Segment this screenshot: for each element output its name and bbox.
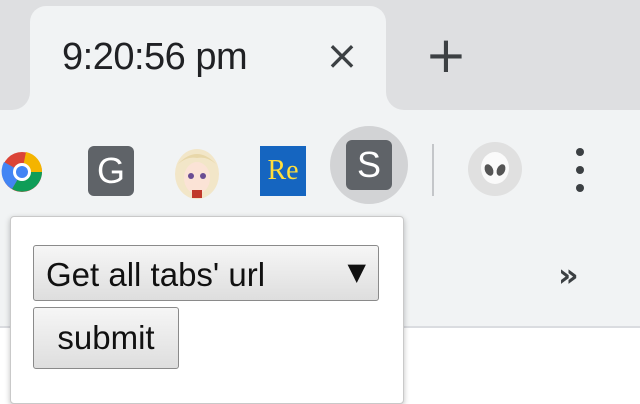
tab-strip: 9:20:56 pm × + — [0, 0, 640, 110]
g-extension-icon[interactable]: G — [88, 146, 134, 196]
tab-left-curve — [0, 88, 30, 110]
bookmarks-overflow-button[interactable]: » — [558, 256, 579, 294]
extension-popup: Get all tabs' url ▼ submit — [10, 216, 404, 404]
s-extension-icon: S — [346, 140, 392, 190]
toolbar-divider — [432, 144, 434, 196]
plus-icon[interactable]: + — [420, 30, 472, 82]
re-extension-icon[interactable]: Re — [260, 146, 306, 196]
select-value: Get all tabs' url — [46, 256, 266, 293]
s-extension-button[interactable]: S — [330, 126, 408, 204]
anime-avatar-extension-icon[interactable] — [172, 144, 222, 200]
submit-button[interactable]: submit — [33, 307, 179, 369]
tab-right-curve — [386, 88, 416, 110]
chevron-down-icon: ▼ — [347, 258, 366, 286]
action-select[interactable]: Get all tabs' url ▼ — [33, 245, 379, 301]
browser-toolbar: G Re S — [0, 110, 640, 226]
close-icon[interactable]: × — [322, 36, 362, 76]
bookmark-edge-icon: ⋮ — [0, 246, 24, 274]
three-dots-menu-icon[interactable] — [566, 144, 596, 200]
chrome-extension-icon[interactable] — [0, 148, 48, 196]
tab-title: 9:20:56 pm — [62, 36, 248, 78]
active-tab[interactable]: 9:20:56 pm × — [30, 6, 386, 110]
alien-avatar-icon[interactable] — [468, 142, 522, 196]
